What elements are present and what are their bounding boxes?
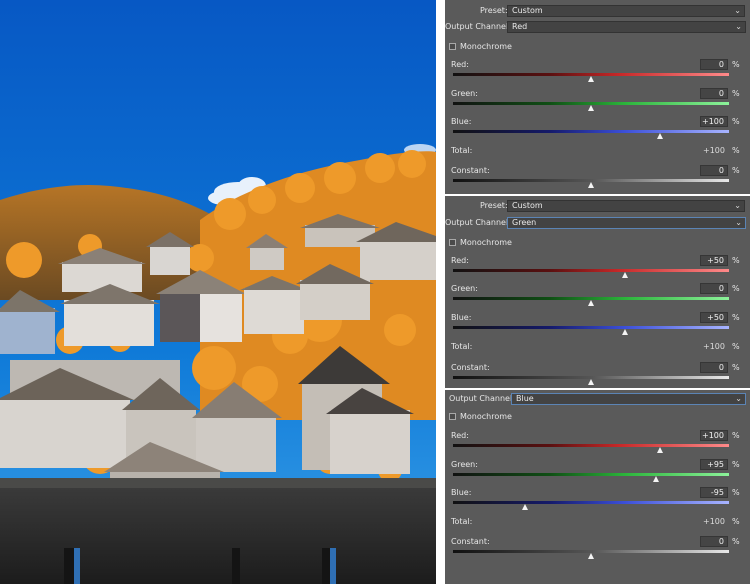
slider-track-blue[interactable] <box>453 326 729 329</box>
slider-thumb-icon[interactable] <box>587 300 594 306</box>
constant-value[interactable]: 0 <box>700 165 728 176</box>
output-channel-dropdown[interactable]: Green ⌄ <box>507 217 746 229</box>
output-channel-value: Red <box>512 22 528 31</box>
monochrome-label: Monochrome <box>460 412 512 421</box>
percent-unit: % <box>732 363 740 372</box>
total-value: +100 <box>703 146 725 155</box>
chevron-down-icon: ⌄ <box>734 6 741 15</box>
slider-value-blue[interactable]: +100 <box>700 116 728 127</box>
slider-thumb-icon[interactable] <box>653 476 660 482</box>
slider-thumb-icon[interactable] <box>587 182 594 188</box>
total-value: +100 <box>703 517 725 526</box>
slider-thumb-icon[interactable] <box>587 379 594 385</box>
constant-label: Constant: <box>451 166 490 175</box>
slider-track-red[interactable] <box>453 269 729 272</box>
slider-thumb-icon[interactable] <box>587 76 594 82</box>
constant-label: Constant: <box>451 363 490 372</box>
output-channel-label: Output Channel: <box>445 218 511 227</box>
output-channel-label: Output Channel: <box>445 22 511 31</box>
slider-thumb-icon[interactable] <box>521 504 528 510</box>
slider-thumb-icon[interactable] <box>622 329 628 335</box>
output-channel-value: Blue <box>516 394 534 403</box>
slider-track-red[interactable] <box>453 444 729 447</box>
monochrome-checkbox[interactable] <box>449 413 456 420</box>
slider-value-green[interactable]: 0 <box>700 88 728 99</box>
chevron-down-icon: ⌄ <box>735 218 742 227</box>
percent-unit: % <box>732 431 740 440</box>
slider-track-green[interactable] <box>453 473 729 476</box>
slider-label-blue: Blue: <box>451 313 472 322</box>
slider-label-red: Red: <box>451 60 469 69</box>
monochrome-checkbox[interactable] <box>449 239 456 246</box>
slider-label-red: Red: <box>451 256 469 265</box>
slider-label-green: Green: <box>451 89 478 98</box>
slider-label-green: Green: <box>451 460 478 469</box>
percent-unit: % <box>732 256 740 265</box>
output-channel-dropdown[interactable]: Blue ⌄ <box>511 393 746 405</box>
slider-label-green: Green: <box>451 284 478 293</box>
slider-thumb-icon[interactable] <box>656 447 663 453</box>
percent-unit: % <box>732 537 740 546</box>
channel-mixer-panel-blue: Output Channel: Blue ⌄ Monochrome Red: +100% G… <box>445 390 750 584</box>
preset-dropdown[interactable]: Custom ⌄ <box>507 5 745 17</box>
total-label: Total: <box>451 146 473 155</box>
preset-value: Custom <box>512 6 543 15</box>
constant-label: Constant: <box>451 537 490 546</box>
constant-value[interactable]: 0 <box>700 362 728 373</box>
output-channel-label: Output Channel: <box>449 394 515 403</box>
monochrome-label: Monochrome <box>460 238 512 247</box>
slider-track-blue[interactable] <box>453 501 729 504</box>
slider-thumb-icon[interactable] <box>622 272 628 278</box>
slider-label-red: Red: <box>451 431 469 440</box>
percent-unit: % <box>732 166 740 175</box>
channel-mixer-panel-green: Preset: Custom ⌄ Output Channel: Green ⌄ Monoc… <box>445 196 750 388</box>
percent-unit: % <box>732 342 740 351</box>
percent-unit: % <box>732 89 740 98</box>
monochrome-checkbox[interactable] <box>449 43 456 50</box>
constant-value[interactable]: 0 <box>700 536 728 547</box>
photo-preview <box>0 0 436 584</box>
slider-value-red[interactable]: 0 <box>700 59 728 70</box>
percent-unit: % <box>732 146 740 155</box>
slider-label-blue: Blue: <box>451 488 472 497</box>
chevron-down-icon: ⌄ <box>734 201 741 210</box>
slider-track-blue[interactable] <box>453 130 729 133</box>
preset-label: Preset: <box>480 201 508 210</box>
slider-value-red[interactable]: +100 <box>700 430 728 441</box>
percent-unit: % <box>732 488 740 497</box>
percent-unit: % <box>732 117 740 126</box>
percent-unit: % <box>732 284 740 293</box>
channel-mixer-panel-red: Preset: Custom ⌄ Output Channel: Red ⌄ Monochr… <box>445 0 750 194</box>
output-channel-value: Green <box>512 218 537 227</box>
preset-value: Custom <box>512 201 543 210</box>
percent-unit: % <box>732 313 740 322</box>
chevron-down-icon: ⌄ <box>735 22 742 31</box>
slider-thumb-icon[interactable] <box>656 133 663 139</box>
slider-thumb-icon[interactable] <box>587 105 594 111</box>
slider-value-blue[interactable]: -95 <box>700 487 728 498</box>
output-channel-dropdown[interactable]: Red ⌄ <box>507 21 746 33</box>
slider-value-red[interactable]: +50 <box>700 255 728 266</box>
slider-value-blue[interactable]: +50 <box>700 312 728 323</box>
percent-unit: % <box>732 60 740 69</box>
preset-label: Preset: <box>480 6 508 15</box>
percent-unit: % <box>732 517 740 526</box>
slider-value-green[interactable]: +95 <box>700 459 728 470</box>
preset-dropdown[interactable]: Custom ⌄ <box>507 200 745 212</box>
slider-value-green[interactable]: 0 <box>700 283 728 294</box>
total-value: +100 <box>703 342 725 351</box>
slider-thumb-icon[interactable] <box>587 553 594 559</box>
total-label: Total: <box>451 342 473 351</box>
monochrome-label: Monochrome <box>460 42 512 51</box>
percent-unit: % <box>732 460 740 469</box>
total-label: Total: <box>451 517 473 526</box>
slider-label-blue: Blue: <box>451 117 472 126</box>
chevron-down-icon: ⌄ <box>735 394 742 403</box>
